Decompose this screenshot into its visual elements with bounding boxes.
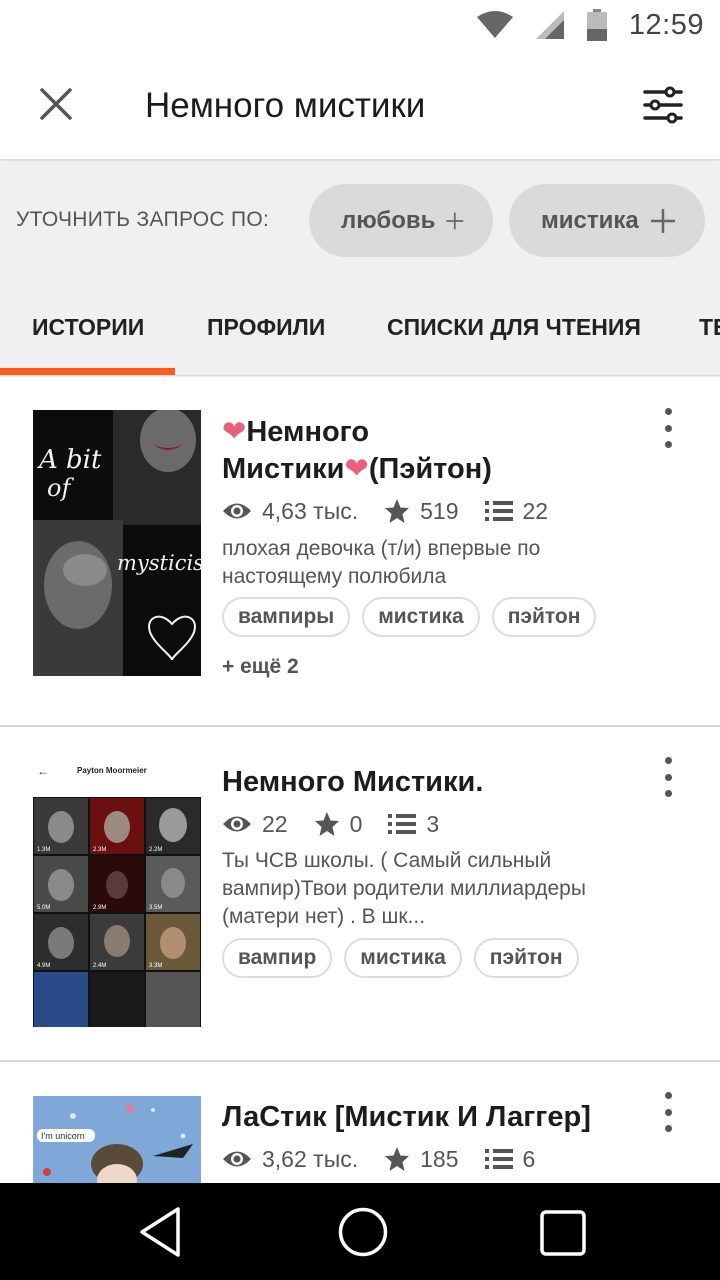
- list-icon: [484, 1149, 513, 1169]
- votes-count: 0: [349, 810, 363, 837]
- result-tabs: ИСТОРИИ ПРОФИЛИ СПИСКИ ДЛЯ ЧТЕНИЯ ТЕ: [0, 280, 720, 376]
- cover-text: Payton Moormeier: [77, 766, 147, 775]
- cover-text: I'm unicorn: [41, 1131, 85, 1141]
- refine-chip-mystic[interactable]: мистика: [509, 184, 705, 257]
- star-icon: [385, 1147, 410, 1171]
- story-card[interactable]: I'm unicorn ЛаСтик [Мистик И Лаггер] 3,6…: [0, 1062, 720, 1183]
- back-icon[interactable]: [138, 1205, 182, 1259]
- views-count: 4,63 тыс.: [262, 497, 359, 524]
- story-title-part: (Пэйтон): [368, 453, 492, 485]
- list-icon: [388, 814, 417, 834]
- home-icon[interactable]: [338, 1207, 388, 1257]
- story-description: Ты ЧСВ школы. ( Самый сильный вампир)Тво…: [222, 849, 586, 928]
- cover-text: of: [47, 474, 74, 502]
- refine-chip-love[interactable]: любовь: [309, 184, 493, 257]
- more-options-icon[interactable]: [654, 1092, 682, 1132]
- eye-icon: [223, 1151, 251, 1167]
- story-stats: 22 0 3: [222, 809, 465, 839]
- story-cover: A bit of mysticis: [33, 410, 201, 676]
- views-count: 3,62 тыс.: [262, 1145, 359, 1172]
- refine-label: УТОЧНИТЬ ЗАПРОС ПО:: [16, 208, 270, 231]
- cover-text: 2.3M: [93, 847, 106, 853]
- story-title-part: Мистики: [222, 453, 345, 485]
- votes-count: 519: [420, 497, 459, 524]
- cover-text: 2.4M: [93, 963, 106, 969]
- recents-icon[interactable]: [540, 1210, 586, 1256]
- eye-icon: [223, 816, 251, 832]
- status-time: 12:59: [628, 8, 704, 41]
- active-tab-indicator: [0, 368, 175, 375]
- parts-count: 22: [522, 497, 549, 524]
- close-icon[interactable]: [38, 86, 74, 122]
- story-card[interactable]: ← Payton Moormeier 1.3M 2.3M 2.2M 5.0M 2…: [0, 727, 720, 1062]
- cover-text: 2.9M: [93, 905, 106, 911]
- tab-reading-lists[interactable]: СПИСКИ ДЛЯ ЧТЕНИЯ: [387, 314, 641, 341]
- story-tag[interactable]: мистика: [362, 597, 480, 637]
- tab-tags[interactable]: ТЕ: [699, 314, 720, 341]
- story-cover: ← Payton Moormeier 1.3M 2.3M 2.2M 5.0M 2…: [33, 761, 201, 1027]
- story-title-part: Немного: [246, 416, 370, 448]
- cover-text: 1.3M: [37, 847, 50, 853]
- votes-count: 185: [420, 1145, 459, 1172]
- tab-profiles[interactable]: ПРОФИЛИ: [207, 314, 325, 341]
- story-cover: I'm unicorn: [33, 1096, 201, 1183]
- story-title: ❤Немного Мистики❤(Пэйтон): [222, 414, 642, 488]
- cover-text: A bit: [37, 445, 102, 475]
- story-tag[interactable]: пэйтон: [473, 938, 579, 978]
- eye-icon: [223, 503, 251, 519]
- more-options-icon[interactable]: [654, 408, 682, 448]
- cover-text: 4.9M: [37, 963, 50, 969]
- parts-count: 3: [426, 810, 440, 837]
- wifi-icon: [476, 11, 513, 38]
- tab-stories[interactable]: ИСТОРИИ: [32, 314, 144, 341]
- search-header: Немного мистики: [0, 50, 720, 160]
- parts-count: 6: [522, 1145, 536, 1172]
- cover-text: mysticis: [117, 551, 201, 575]
- battery-icon: [586, 9, 607, 41]
- cover-text: 2.2M: [149, 847, 162, 853]
- cover-text: 5.0M: [37, 905, 50, 911]
- search-title: Немного мистики: [145, 86, 426, 125]
- story-card[interactable]: A bit of mysticis ❤Немного Мистики❤(Пэйт…: [0, 377, 720, 727]
- filter-sliders-icon[interactable]: [642, 86, 684, 124]
- story-tag[interactable]: вампиры: [222, 597, 351, 637]
- story-list[interactable]: A bit of mysticis ❤Немного Мистики❤(Пэйт…: [0, 377, 720, 1183]
- story-tag[interactable]: мистика: [344, 938, 462, 978]
- plus-icon: [446, 212, 464, 229]
- star-icon: [314, 812, 339, 836]
- cell-signal-icon: [535, 11, 564, 39]
- list-icon: [484, 501, 513, 521]
- status-bar: 12:59: [0, 0, 720, 50]
- back-arrow-icon: ←: [37, 764, 49, 778]
- story-tag[interactable]: пэйтон: [491, 597, 597, 637]
- story-tags: вампир мистика пэйтон: [222, 938, 579, 978]
- chip-label: мистика: [541, 206, 639, 234]
- story-title: Немного Мистики.: [222, 766, 484, 798]
- story-tag[interactable]: вампир: [222, 938, 333, 978]
- heart-icon: ❤: [222, 416, 247, 448]
- star-icon: [385, 499, 410, 523]
- chip-label: любовь: [341, 206, 436, 234]
- refine-query-row: УТОЧНИТЬ ЗАПРОС ПО: любовь мистика: [0, 161, 720, 280]
- plus-icon: [650, 208, 675, 233]
- story-stats: 4,63 тыс. 519 22: [222, 496, 574, 526]
- cover-text: 3.5M: [149, 905, 162, 911]
- story-description: плохая девочка (т/и) впервые по настояще…: [222, 537, 541, 588]
- more-options-icon[interactable]: [654, 757, 682, 797]
- story-tags: вампиры мистика пэйтон: [222, 597, 597, 637]
- more-tags-link[interactable]: + ещё 2: [222, 655, 299, 679]
- heart-icon: ❤: [344, 453, 369, 485]
- system-nav-bar: [0, 1183, 720, 1280]
- cover-text: 3.3M: [149, 963, 162, 969]
- views-count: 22: [262, 810, 288, 837]
- story-stats: 3,62 тыс. 185 6: [222, 1144, 561, 1174]
- story-title: ЛаСтик [Мистик И Лаггер]: [222, 1101, 591, 1133]
